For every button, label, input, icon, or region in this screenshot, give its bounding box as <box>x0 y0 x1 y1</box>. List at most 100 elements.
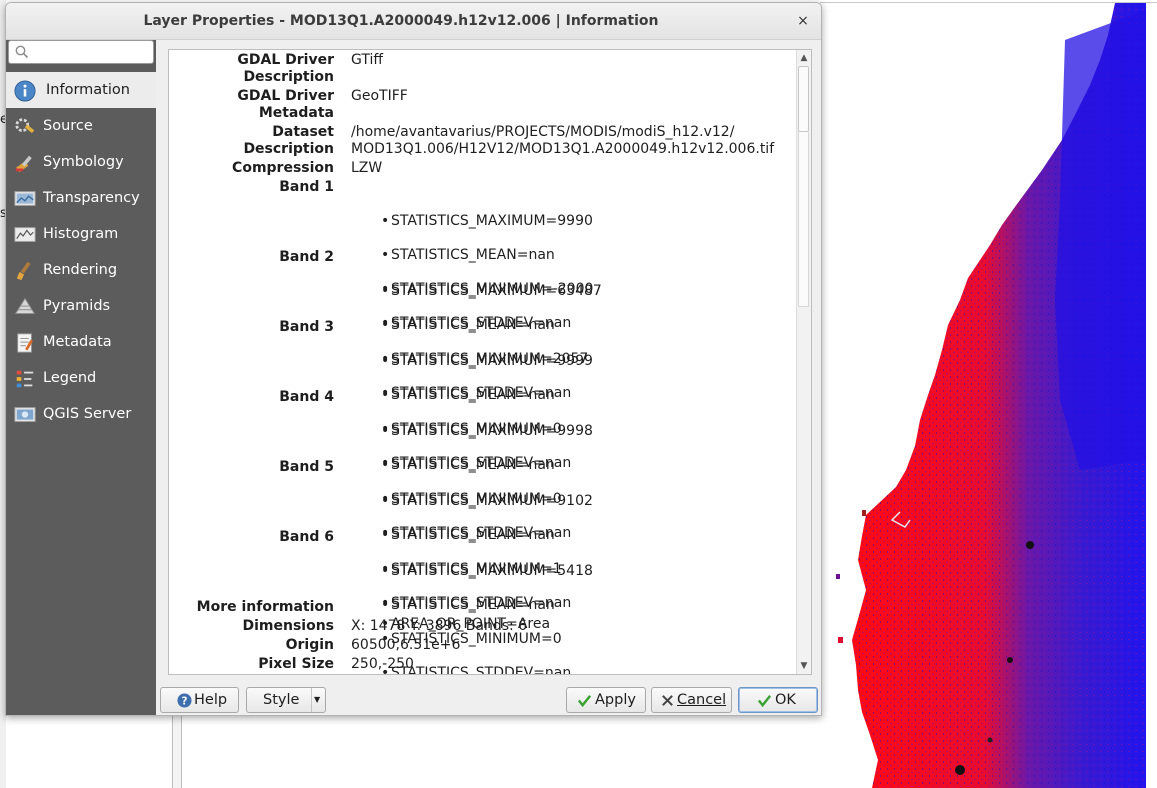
row-origin: Origin 60500,6.51e+6 <box>169 637 793 656</box>
ok-label: OK <box>775 692 796 708</box>
help-label: Help <box>194 692 228 708</box>
key-band: Band 5 <box>279 459 334 475</box>
title-bar[interactable]: Layer Properties - MOD13Q1.A2000049.h12v… <box>6 3 821 40</box>
histogram-icon <box>14 227 36 242</box>
apply-label: Apply <box>595 692 636 708</box>
style-dropdown-button[interactable]: Style ▼ <box>246 687 326 713</box>
value-gdal-driver-metadata: GeoTIFF <box>351 88 408 104</box>
key-band: Band 1 <box>279 179 334 195</box>
ok-button[interactable]: OK <box>738 687 818 713</box>
stat-item: STATISTICS_MAXIMUM=9999 <box>351 353 791 370</box>
sidebar-item-pyramids[interactable]: Pyramids <box>6 288 156 324</box>
dropdown-separator <box>311 688 312 712</box>
value-gdal-driver-description: GTiff <box>351 52 384 68</box>
row-band-6: Band 6 STATISTICS_MAXIMUM=5418 STATISTIC… <box>169 529 793 674</box>
key-pixel-size: Pixel Size <box>258 656 334 672</box>
row-band-4: Band 4 STATISTICS_MAXIMUM=9998 STATISTIC… <box>169 389 793 542</box>
key-dimensions: Dimensions <box>242 618 334 634</box>
sidebar-item-metadata[interactable]: Metadata <box>6 324 156 360</box>
close-button[interactable]: × <box>793 11 813 31</box>
sidebar-item-label: Symbology <box>43 154 124 170</box>
row-band-1: Band 1 STATISTICS_MAXIMUM=9990 STATISTIC… <box>169 179 793 332</box>
stat-item: STATISTICS_MAXIMUM=63487 <box>351 283 791 300</box>
scroll-up-arrow-icon[interactable]: ▲ <box>799 53 809 63</box>
info-icon <box>14 80 36 102</box>
scroll-down-arrow-icon[interactable]: ▼ <box>799 661 809 671</box>
value-dimensions: X: 1478 Y: 3896 Bands: 6 <box>351 618 528 634</box>
style-label: Style <box>263 692 300 708</box>
chevron-down-icon[interactable]: ▼ <box>314 688 320 712</box>
row-compression: Compression LZW <box>169 160 793 179</box>
sidebar-item-label: Metadata <box>43 334 112 350</box>
row-dimensions: Dimensions X: 1478 Y: 3896 Bands: 6 <box>169 618 793 637</box>
source-wrench-icon <box>15 118 35 134</box>
dialog-title: Layer Properties - MOD13Q1.A2000049.h12v… <box>143 13 659 29</box>
sidebar-item-symbology[interactable]: Symbology <box>6 144 156 180</box>
legend-icon <box>16 370 34 388</box>
key-band: Band 6 <box>279 529 334 545</box>
metadata-icon <box>17 333 34 353</box>
cancel-button[interactable]: Cancel <box>651 687 732 713</box>
sidebar-item-source[interactable]: Source <box>6 108 156 144</box>
sidebar-item-label: Transparency <box>43 190 140 206</box>
sidebar-item-legend[interactable]: Legend <box>6 360 156 396</box>
value-pixel-size: 250,-250 <box>351 656 414 672</box>
stat-item: STATISTICS_MAXIMUM=9990 <box>351 213 791 230</box>
key-more-information: More information <box>196 599 334 615</box>
search-box[interactable] <box>8 40 154 64</box>
sidebar-item-label: Rendering <box>43 262 118 278</box>
row-band-2: Band 2 STATISTICS_MAXIMUM=63487 STATISTI… <box>169 249 793 402</box>
key-origin: Origin <box>285 637 334 653</box>
apply-button[interactable]: Apply <box>566 687 646 713</box>
sidebar-item-information[interactable]: Information <box>6 72 156 108</box>
sidebar-item-label: Source <box>43 118 93 134</box>
checkmark-icon <box>577 695 592 708</box>
key-dataset-description: Dataset Description <box>243 124 334 157</box>
row-band-5: Band 5 STATISTICS_MAXIMUM=9102 STATISTIC… <box>169 459 793 612</box>
information-table: GDAL Driver Description GTiff GDAL Drive… <box>169 52 793 674</box>
symbology-brush-icon <box>15 155 32 173</box>
key-band: Band 2 <box>279 249 334 265</box>
stat-item: STATISTICS_MAXIMUM=9998 <box>351 423 791 440</box>
qgis-server-icon <box>14 407 36 422</box>
sidebar-item-rendering[interactable]: Rendering <box>6 252 156 288</box>
search-input[interactable] <box>33 43 153 63</box>
information-panel[interactable]: GDAL Driver Description GTiff GDAL Drive… <box>168 49 812 675</box>
svg-text:?: ? <box>182 695 188 707</box>
row-more-information: More information AREA_OR_POINT=Area <box>169 599 793 633</box>
sidebar-item-qgis-server[interactable]: QGIS Server <box>6 396 156 432</box>
stat-item: STATISTICS_MAXIMUM=5418 <box>351 563 791 580</box>
help-icon: ? <box>177 693 192 708</box>
sidebar-item-label: Histogram <box>43 226 119 242</box>
transparency-icon <box>14 191 36 206</box>
scrollbar-track[interactable] <box>798 132 809 307</box>
help-button[interactable]: ? Help <box>160 687 239 713</box>
value-dataset-description: /home/avantavarius/PROJECTS/MODIS/modiS_… <box>351 124 775 157</box>
checkmark-icon <box>757 695 772 708</box>
key-band: Band 3 <box>279 319 334 335</box>
vertical-scrollbar[interactable]: ▲ ▼ <box>796 50 811 674</box>
sidebar-item-transparency[interactable]: Transparency <box>6 180 156 216</box>
sidebar-item-label: QGIS Server <box>43 406 132 422</box>
sidebar-item-label: Legend <box>43 370 97 386</box>
sidebar: Information Source Symbology Transparenc… <box>6 40 156 715</box>
row-band-3: Band 3 STATISTICS_MAXIMUM=9999 STATISTIC… <box>169 319 793 472</box>
sidebar-item-histogram[interactable]: Histogram <box>6 216 156 252</box>
key-compression: Compression <box>232 160 334 176</box>
sidebar-item-label: Information <box>46 82 130 98</box>
cancel-x-icon <box>662 695 673 706</box>
row-pixel-size: Pixel Size 250,-250 <box>169 656 793 674</box>
row-gdal-driver-metadata: GDAL Driver Metadata GeoTIFF <box>169 88 793 124</box>
stat-item: STATISTICS_MAXIMUM=9102 <box>351 493 791 510</box>
row-dataset-description: Dataset Description /home/avantavarius/P… <box>169 124 793 160</box>
sidebar-item-label: Pyramids <box>43 298 111 314</box>
key-gdal-driver-metadata: GDAL Driver Metadata <box>237 88 334 121</box>
key-gdal-driver-description: GDAL Driver Description <box>237 52 334 85</box>
cancel-label: Cancel <box>677 692 727 708</box>
rendering-brush-icon <box>16 261 31 281</box>
key-band: Band 4 <box>279 389 334 405</box>
value-compression: LZW <box>351 160 383 176</box>
search-icon <box>15 45 29 59</box>
layer-properties-dialog: Layer Properties - MOD13Q1.A2000049.h12v… <box>5 2 822 716</box>
scrollbar-thumb[interactable] <box>798 66 809 132</box>
